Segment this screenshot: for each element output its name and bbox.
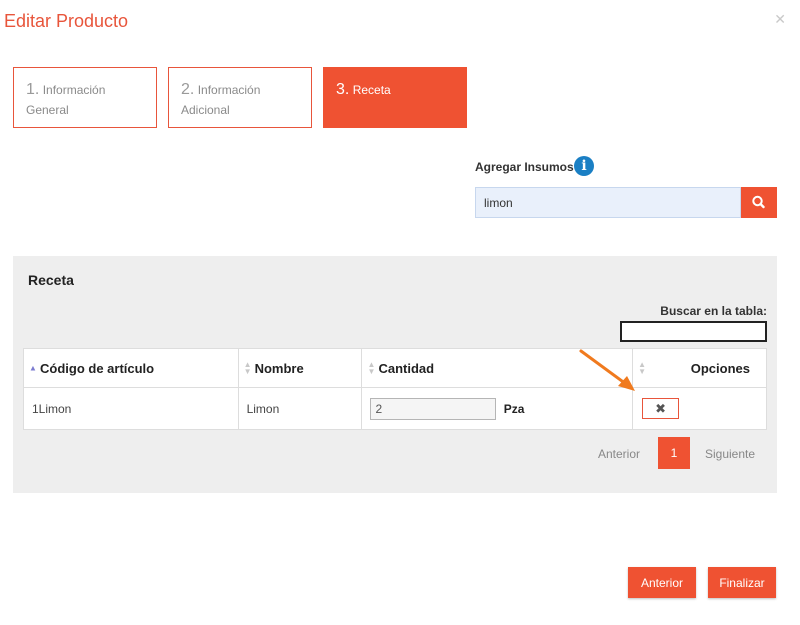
sort-icon: ▲ ▼ <box>638 360 647 376</box>
recipe-table: ▲ Código de artículo ▲ ▼ Nombre ▲ ▼ Cantid… <box>23 348 767 430</box>
cell-code: 1Limon <box>23 387 239 430</box>
supplies-search-input[interactable] <box>475 187 741 218</box>
step-number: 2. <box>181 81 195 98</box>
table-row: 1Limon Limon Pza ✖ <box>23 387 767 430</box>
pagination-next[interactable]: Siguiente <box>705 447 755 461</box>
cell-options: ✖ <box>632 387 767 430</box>
cell-name: Limon <box>237 387 363 430</box>
table-header-row: ▲ Código de artículo ▲ ▼ Nombre ▲ ▼ Cantid… <box>23 348 767 388</box>
modal-title: Editar Producto <box>4 11 129 31</box>
column-label: Cantidad <box>378 360 435 376</box>
delete-row-button[interactable]: ✖ <box>642 398 680 419</box>
column-label: Opciones <box>690 360 750 376</box>
finish-button[interactable]: Finalizar <box>708 567 776 598</box>
pagination-previous[interactable]: Anterior <box>598 447 640 461</box>
step-informacion-general[interactable]: 1. Información General <box>13 67 157 128</box>
table-search-label: Buscar en la tabla: <box>660 304 767 318</box>
add-supplies-label: Agregar Insumos <box>475 160 574 174</box>
sort-icon: ▲ ▼ <box>367 360 376 376</box>
recipe-panel: Receta Buscar en la tabla: ▲ Código de a… <box>13 256 777 493</box>
previous-button[interactable]: Anterior <box>628 567 696 598</box>
search-icon <box>752 195 765 209</box>
column-header-nombre[interactable]: ▲ ▼ Nombre <box>237 348 363 388</box>
unit-label: Pza <box>503 401 525 416</box>
quantity-input[interactable] <box>370 397 497 420</box>
step-number: 3. <box>336 81 350 98</box>
info-icon[interactable]: i <box>574 156 594 176</box>
step-informacion-adicional[interactable]: 2. Información Adicional <box>168 67 312 128</box>
step-receta[interactable]: 3. Receta <box>323 67 467 128</box>
column-header-opciones[interactable]: ▲ ▼ Opciones <box>632 348 767 388</box>
sort-asc-icon: ▲ <box>29 363 37 373</box>
annotation-arrow-icon <box>579 349 635 391</box>
supplies-search-button[interactable] <box>741 187 777 218</box>
step-label: Receta <box>352 83 391 97</box>
step-number: 1. <box>26 81 40 98</box>
pagination-current-page[interactable]: 1 <box>658 437 690 469</box>
column-label: Nombre <box>254 360 304 376</box>
column-label: Código de artículo <box>40 360 155 376</box>
close-icon[interactable]: ✕ <box>774 12 786 26</box>
column-header-codigo[interactable]: ▲ Código de artículo <box>23 348 239 388</box>
sort-icon: ▲ ▼ <box>243 360 252 376</box>
table-search-input[interactable] <box>620 321 767 342</box>
recipe-title: Receta <box>28 272 74 288</box>
